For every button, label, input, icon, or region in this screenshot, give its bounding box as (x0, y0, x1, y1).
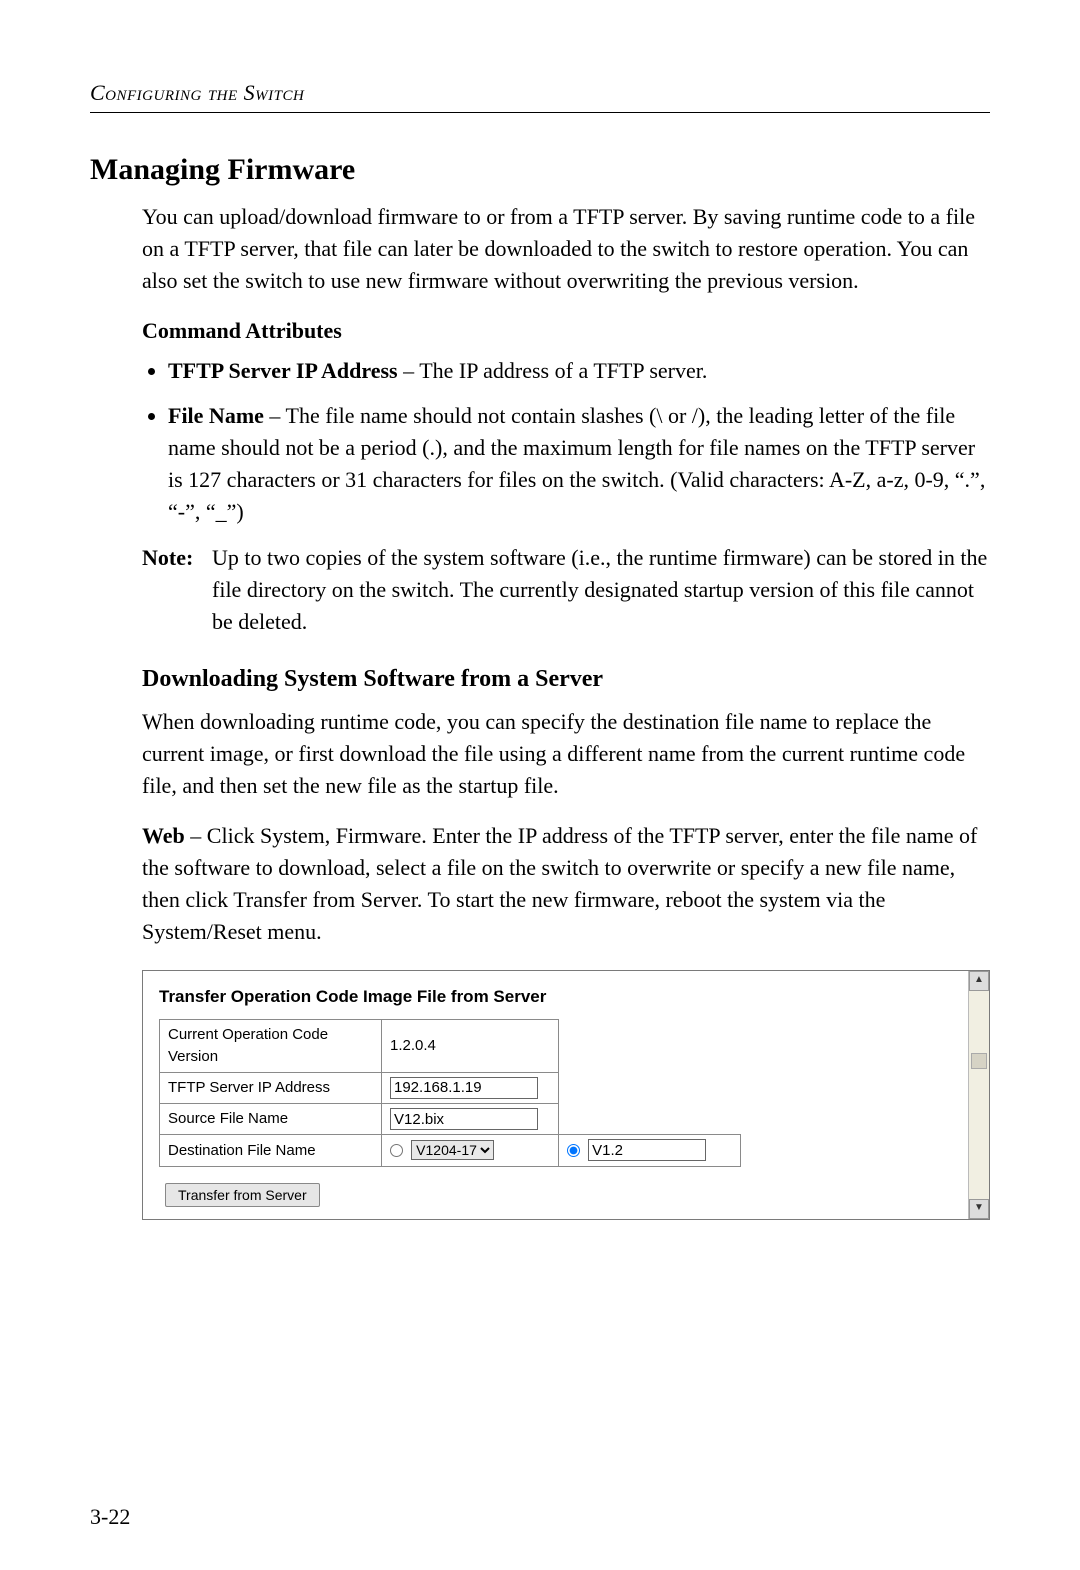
dest-existing-select[interactable]: V1204-17 (411, 1140, 494, 1160)
dest-file-label: Destination File Name (160, 1135, 382, 1166)
tftp-ip-label: TFTP Server IP Address (160, 1072, 382, 1103)
command-attributes-list: TFTP Server IP Address – The IP address … (142, 355, 990, 528)
scroll-track[interactable] (969, 991, 989, 1199)
attr-item-filename: File Name – The file name should not con… (168, 400, 990, 528)
running-head: Configuring the Switch (90, 80, 990, 106)
attr-text: – The file name should not contain slash… (168, 403, 985, 524)
attr-item-tftp: TFTP Server IP Address – The IP address … (168, 355, 990, 387)
note-block: Note: Up to two copies of the system sof… (142, 542, 990, 638)
page-number: 3-22 (90, 1504, 130, 1530)
subsection-title: Downloading System Software from a Serve… (142, 662, 990, 697)
web-label: Web (142, 823, 185, 848)
firmware-transfer-panel: Transfer Operation Code Image File from … (142, 970, 990, 1220)
transfer-from-server-button[interactable]: Transfer from Server (165, 1183, 320, 1207)
section-title: Managing Firmware (90, 153, 990, 187)
table-row: Source File Name (160, 1104, 741, 1135)
attr-label: TFTP Server IP Address (168, 358, 398, 383)
header-rule (90, 112, 990, 113)
dest-existing-radio[interactable] (390, 1144, 403, 1157)
tftp-ip-input[interactable] (390, 1077, 538, 1099)
scrollbar[interactable]: ▲ ▼ (968, 971, 989, 1219)
attr-label: File Name (168, 403, 264, 428)
table-row: Destination File Name V1204-17 (160, 1135, 741, 1166)
scroll-up-button[interactable]: ▲ (969, 971, 989, 991)
source-file-input[interactable] (390, 1108, 538, 1130)
firmware-form-table: Current Operation Code Version 1.2.0.4 T… (159, 1019, 741, 1166)
attr-text: – The IP address of a TFTP server. (398, 358, 708, 383)
source-file-label: Source File Name (160, 1104, 382, 1135)
table-row: TFTP Server IP Address (160, 1072, 741, 1103)
dest-new-input[interactable] (588, 1139, 706, 1161)
download-paragraph-1: When downloading runtime code, you can s… (142, 706, 990, 802)
current-version-value: 1.2.0.4 (382, 1020, 559, 1073)
scroll-thumb[interactable] (971, 1053, 987, 1069)
note-label: Note: (142, 542, 212, 638)
web-text: – Click System, Firmware. Enter the IP a… (142, 823, 977, 944)
note-text: Up to two copies of the system software … (212, 542, 990, 638)
current-version-label: Current Operation Code Version (160, 1020, 382, 1073)
download-paragraph-2: Web – Click System, Firmware. Enter the … (142, 820, 990, 948)
scroll-down-button[interactable]: ▼ (969, 1199, 989, 1219)
command-attributes-heading: Command Attributes (142, 315, 990, 347)
panel-title: Transfer Operation Code Image File from … (159, 985, 985, 1010)
table-row: Current Operation Code Version 1.2.0.4 (160, 1020, 741, 1073)
dest-new-radio[interactable] (567, 1144, 580, 1157)
intro-paragraph: You can upload/download firmware to or f… (142, 201, 990, 297)
